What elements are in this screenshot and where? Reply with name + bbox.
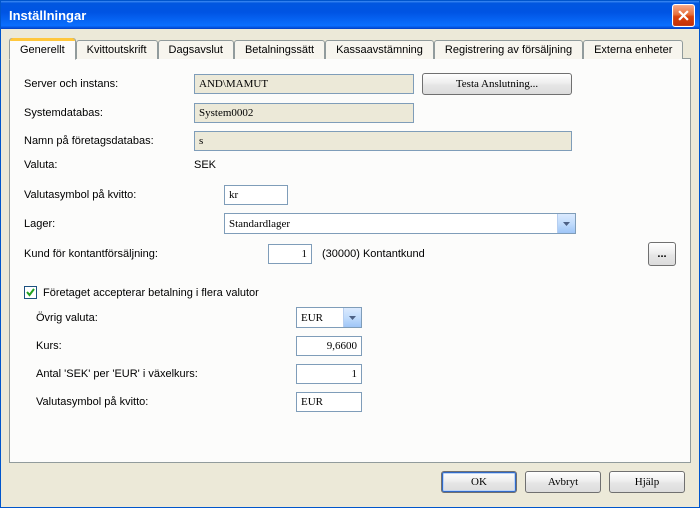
label-sysdb: Systemdatabas: bbox=[24, 107, 194, 119]
othercur-value: EUR bbox=[297, 312, 343, 324]
warehouse-select[interactable]: Standardlager bbox=[224, 213, 576, 234]
tab-kvittoutskrift[interactable]: Kvittoutskrift bbox=[76, 40, 158, 59]
titlebar: Inställningar bbox=[1, 1, 699, 29]
test-connection-button[interactable]: Testa Anslutning... bbox=[422, 73, 572, 95]
cashcust-num-field[interactable] bbox=[268, 244, 312, 264]
label-compdb: Namn på företagsdatabas: bbox=[24, 135, 194, 147]
label-othercur: Övrig valuta: bbox=[24, 312, 252, 324]
cursym2-field[interactable] bbox=[296, 392, 362, 412]
compdb-field[interactable] bbox=[194, 131, 572, 151]
tab-kassaavstamning[interactable]: Kassaavstämning bbox=[325, 40, 434, 59]
tab-externa[interactable]: Externa enheter bbox=[583, 40, 683, 59]
server-field[interactable] bbox=[194, 74, 414, 94]
window-title: Inställningar bbox=[9, 8, 672, 23]
label-cursym2: Valutasymbol på kvitto: bbox=[24, 396, 252, 408]
close-button[interactable] bbox=[672, 4, 695, 27]
tab-betalningssatt[interactable]: Betalningssätt bbox=[234, 40, 325, 59]
label-rate: Kurs: bbox=[24, 340, 252, 352]
warehouse-value: Standardlager bbox=[225, 218, 557, 230]
label-server: Server och instans: bbox=[24, 78, 194, 90]
cancel-button[interactable]: Avbryt bbox=[525, 471, 601, 493]
ok-button[interactable]: OK bbox=[441, 471, 517, 493]
help-button[interactable]: Hjälp bbox=[609, 471, 685, 493]
rate-field[interactable] bbox=[296, 336, 362, 356]
tab-dagsavslut[interactable]: Dagsavslut bbox=[158, 40, 234, 59]
label-cursym: Valutasymbol på kvitto: bbox=[24, 189, 224, 201]
cursym-field[interactable] bbox=[224, 185, 288, 205]
tab-panel: Server och instans: Testa Anslutning... … bbox=[9, 58, 691, 463]
tab-registrering[interactable]: Registrering av försäljning bbox=[434, 40, 583, 59]
cashcust-text: (30000) Kontantkund bbox=[322, 248, 532, 260]
sysdb-field[interactable] bbox=[194, 103, 414, 123]
dialog-footer: OK Avbryt Hjälp bbox=[9, 463, 691, 499]
label-cashcust: Kund för kontantförsäljning: bbox=[24, 248, 224, 260]
chevron-down-icon[interactable] bbox=[343, 308, 361, 327]
label-warehouse: Lager: bbox=[24, 218, 224, 230]
tab-strip: Generellt Kvittoutskrift Dagsavslut Beta… bbox=[9, 37, 691, 58]
currency-value: SEK bbox=[194, 159, 216, 171]
label-currency: Valuta: bbox=[24, 159, 194, 171]
tab-generellt[interactable]: Generellt bbox=[9, 38, 76, 60]
multi-currency-checkbox[interactable] bbox=[24, 286, 37, 299]
label-per: Antal 'SEK' per 'EUR' i växelkurs: bbox=[24, 368, 252, 380]
chevron-down-icon[interactable] bbox=[557, 214, 575, 233]
per-field[interactable] bbox=[296, 364, 362, 384]
othercur-select[interactable]: EUR bbox=[296, 307, 362, 328]
label-multi: Företaget accepterar betalning i flera v… bbox=[43, 287, 259, 299]
browse-customer-button[interactable]: ... bbox=[648, 242, 676, 266]
